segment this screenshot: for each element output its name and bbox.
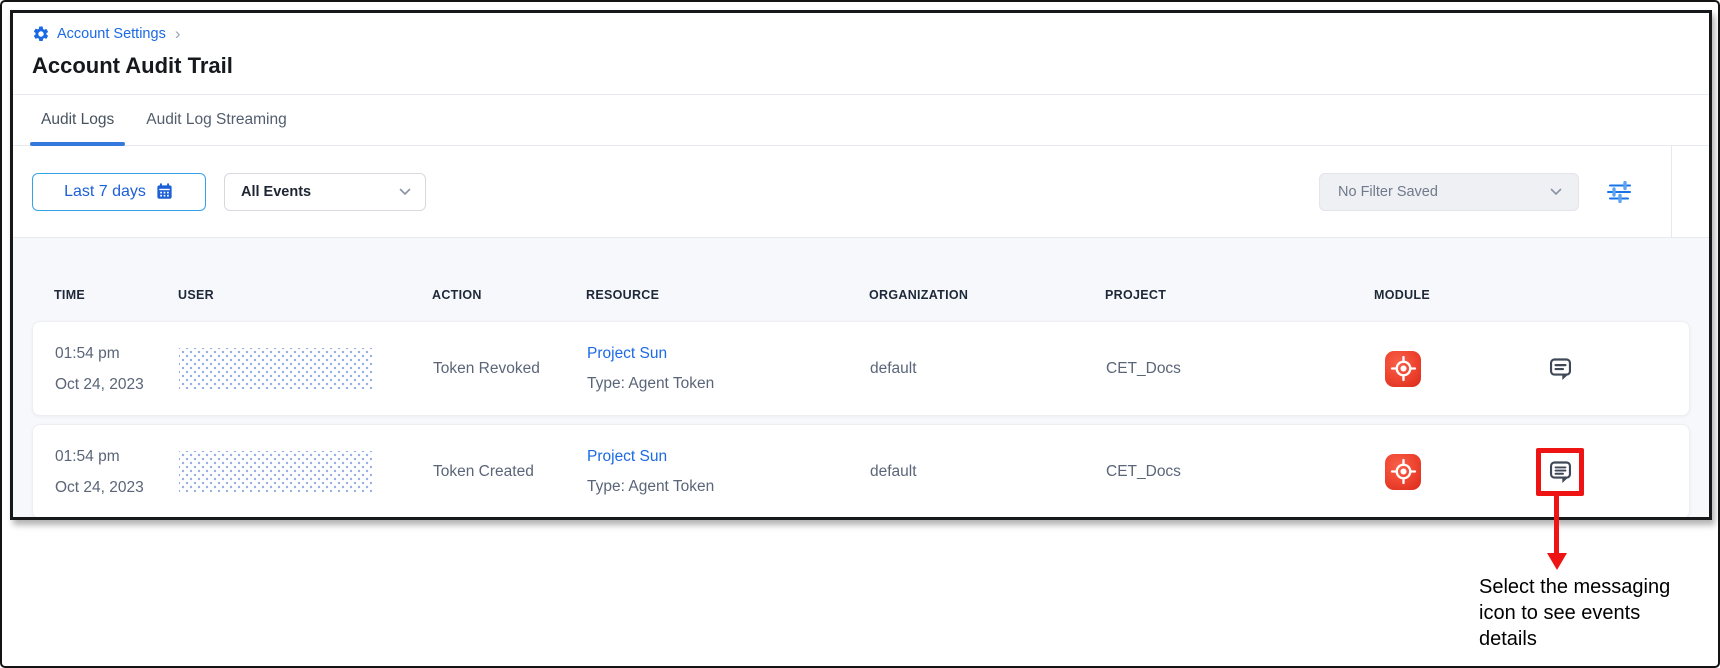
table-row: 01:54 pm Oct 24, 2023 Token Created Proj… xyxy=(32,424,1690,519)
event-type-value: All Events xyxy=(241,184,311,200)
action-cell: Token Revoked xyxy=(433,360,587,378)
redacted-user-pattern xyxy=(179,451,372,492)
resource-cell: Project Sun Type: Agent Token xyxy=(587,442,870,502)
page-title: Account Audit Trail xyxy=(32,52,1709,80)
filter-bar: Last 7 days All Events No Filter Saved xyxy=(13,146,1709,237)
col-header-project: PROJECT xyxy=(1105,288,1332,302)
resource-link[interactable]: Project Sun xyxy=(587,339,870,369)
date-range-label: Last 7 days xyxy=(64,183,146,201)
organization-cell: default xyxy=(870,463,1106,481)
user-cell xyxy=(179,348,433,389)
tab-audit-log-streaming[interactable]: Audit Log Streaming xyxy=(135,95,297,145)
table-row: 01:54 pm Oct 24, 2023 Token Revoked Proj… xyxy=(32,321,1690,416)
saved-filter-select[interactable]: No Filter Saved xyxy=(1319,173,1579,211)
audit-log-table: TIME USER ACTION RESOURCE ORGANIZATION P… xyxy=(13,238,1709,520)
action-cell: Token Created xyxy=(433,463,587,481)
date-range-button[interactable]: Last 7 days xyxy=(32,173,206,211)
red-target-module-icon xyxy=(1385,351,1421,387)
red-target-module-icon xyxy=(1385,454,1421,490)
annotation-highlight-box xyxy=(1536,448,1584,496)
messaging-note-icon[interactable] xyxy=(1547,458,1574,485)
time-value: 01:54 pm xyxy=(55,338,179,369)
table-header-row: TIME USER ACTION RESOURCE ORGANIZATION P… xyxy=(32,286,1690,303)
redacted-user-pattern xyxy=(179,348,372,389)
date-value: Oct 24, 2023 xyxy=(55,369,179,400)
tab-audit-logs-label: Audit Logs xyxy=(41,111,114,129)
resource-link[interactable]: Project Sun xyxy=(587,442,870,472)
time-value: 01:54 pm xyxy=(55,441,179,472)
resource-cell: Project Sun Type: Agent Token xyxy=(587,339,870,399)
project-cell: CET_Docs xyxy=(1106,463,1333,481)
chevron-down-icon xyxy=(399,188,411,196)
annotation-arrow-head xyxy=(1547,553,1567,570)
annotation-arrow-line xyxy=(1554,492,1559,553)
col-header-user: USER xyxy=(178,288,432,302)
breadcrumb-chevron-icon: › xyxy=(175,27,181,41)
chevron-down-icon xyxy=(1550,188,1562,196)
project-cell: CET_Docs xyxy=(1106,360,1333,378)
tab-audit-logs[interactable]: Audit Logs xyxy=(30,95,125,145)
user-cell xyxy=(179,451,433,492)
breadcrumb: Account Settings › xyxy=(32,22,1709,46)
app-window: Account Settings › Account Audit Trail A… xyxy=(10,10,1712,520)
messaging-note-icon[interactable] xyxy=(1547,355,1574,382)
event-type-select[interactable]: All Events xyxy=(224,173,426,211)
organization-cell: default xyxy=(870,360,1106,378)
annotation-text: Select the messaging icon to see events … xyxy=(1479,574,1691,652)
screenshot-canvas: Account Settings › Account Audit Trail A… xyxy=(0,0,1720,668)
col-header-action: ACTION xyxy=(432,288,586,302)
col-header-resource: RESOURCE xyxy=(586,288,869,302)
col-header-module: MODULE xyxy=(1374,288,1430,302)
page-header: Account Settings › Account Audit Trail xyxy=(13,13,1709,94)
tab-bar: Audit Logs Audit Log Streaming xyxy=(13,95,1709,146)
filterbar-vertical-divider xyxy=(1671,146,1672,237)
message-cell xyxy=(1547,355,1574,382)
date-value: Oct 24, 2023 xyxy=(55,472,179,503)
breadcrumb-account-settings-link[interactable]: Account Settings xyxy=(57,26,166,42)
time-cell: 01:54 pm Oct 24, 2023 xyxy=(55,441,179,503)
col-header-organization: ORGANIZATION xyxy=(869,288,1105,302)
gear-icon xyxy=(32,25,50,43)
resource-type: Type: Agent Token xyxy=(587,369,870,399)
resource-type: Type: Agent Token xyxy=(587,472,870,502)
calendar-icon xyxy=(155,182,174,201)
tab-audit-log-streaming-label: Audit Log Streaming xyxy=(146,111,286,129)
saved-filter-value: No Filter Saved xyxy=(1338,184,1438,200)
sliders-filter-icon[interactable] xyxy=(1607,180,1633,204)
col-header-time: TIME xyxy=(54,288,178,302)
message-cell xyxy=(1536,448,1584,496)
time-cell: 01:54 pm Oct 24, 2023 xyxy=(55,338,179,400)
